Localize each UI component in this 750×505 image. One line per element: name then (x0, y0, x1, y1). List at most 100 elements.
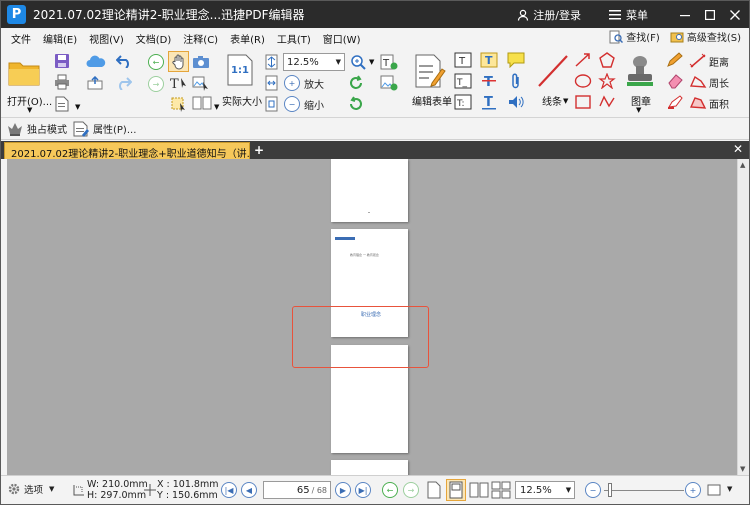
rectangle-tool-button[interactable] (573, 93, 593, 111)
single-page-icon[interactable] (427, 481, 441, 499)
first-page-button[interactable]: |◀ (221, 482, 237, 498)
edit-form-label[interactable]: 编辑表单 (412, 93, 452, 108)
main-menu-button[interactable]: 菜单 (609, 7, 648, 23)
zoom-combo[interactable]: 12.5% ▼ (283, 53, 345, 71)
menu-document[interactable]: 文档(D) (130, 31, 178, 46)
arrow-tool-button[interactable] (573, 51, 593, 69)
fullscreen-icon[interactable] (707, 484, 721, 496)
exclusive-mode-button[interactable]: 独占模式 (7, 121, 67, 136)
typewriter-button[interactable]: T (479, 51, 499, 69)
select-tool-button[interactable] (168, 94, 189, 114)
maximize-button[interactable] (699, 1, 721, 28)
new-tab-icon[interactable]: + (254, 143, 264, 157)
scroll-up-icon[interactable]: ▲ (740, 161, 745, 169)
properties-button[interactable]: 属性(P)... (73, 121, 136, 137)
fit-page-button[interactable] (263, 53, 279, 71)
minimize-button[interactable] (674, 1, 696, 28)
add-text-button[interactable]: T (379, 53, 399, 71)
undo-button[interactable] (115, 52, 133, 70)
sound-button[interactable] (506, 93, 526, 111)
login-button[interactable]: 注册/登录 (517, 7, 581, 23)
zoom-tool-dropdown-icon[interactable]: ▼ (369, 58, 374, 66)
next-page-button[interactable]: ▶ (335, 482, 351, 498)
status-zoom-combo[interactable]: 12.5% ▼ (515, 481, 575, 499)
document-properties-button[interactable] (53, 95, 71, 113)
tab-document[interactable]: 2021.07.02理论精讲2-职业理念+职业道德知与（讲.. * (4, 142, 250, 159)
view-back-button[interactable]: ← (382, 482, 398, 498)
menu-file[interactable]: 文件 (5, 31, 37, 46)
list-field-button[interactable]: T: (453, 93, 473, 111)
text-select-button[interactable]: T (168, 73, 190, 93)
status-menu-dropdown-icon[interactable]: ▼ (727, 485, 732, 493)
polygon-tool-button[interactable] (597, 51, 617, 69)
sticky-note-button[interactable] (506, 51, 526, 69)
scroll-down-icon[interactable]: ▼ (740, 465, 745, 473)
open-dropdown-icon[interactable]: ▼ (27, 106, 32, 114)
eraser-tool-button[interactable] (665, 72, 685, 90)
menu-edit[interactable]: 编辑(E) (37, 31, 83, 46)
hand-tool-button[interactable] (168, 51, 189, 72)
view-forward-button[interactable]: → (403, 482, 419, 498)
cloud-button[interactable] (85, 53, 107, 69)
actual-size-button[interactable]: 1:1 (226, 53, 254, 87)
fit-visible-button[interactable] (263, 95, 279, 113)
close-tab-icon[interactable]: ✕ (733, 142, 743, 156)
status-zoom-out-button[interactable]: − (585, 482, 601, 498)
vertical-scrollbar[interactable]: ▲ ▼ (737, 159, 749, 475)
actual-size-label[interactable]: 实际大小 (222, 93, 262, 108)
continuous-facing-icon[interactable] (491, 481, 511, 499)
stamp-button[interactable] (623, 52, 657, 90)
menu-form[interactable]: 表单(R) (224, 31, 271, 46)
text-field-button[interactable]: T (453, 51, 473, 69)
share-button[interactable] (86, 75, 104, 91)
page-layout-button[interactable] (191, 94, 213, 114)
star-tool-button[interactable] (597, 72, 617, 90)
edit-form-button[interactable] (413, 52, 447, 90)
print-button[interactable] (53, 73, 71, 91)
add-image-button[interactable] (379, 74, 399, 92)
line-tool-button[interactable] (536, 52, 570, 90)
rotate-counterclockwise-button[interactable] (347, 95, 365, 113)
find-button[interactable]: 查找(F) (609, 29, 660, 44)
open-button[interactable] (5, 52, 43, 92)
previous-page-button[interactable]: ◀ (241, 482, 257, 498)
menu-comment[interactable]: 注释(C) (177, 31, 224, 46)
image-select-button[interactable] (191, 73, 211, 93)
nav-forward-button[interactable]: → (147, 75, 165, 93)
layout-dropdown-icon[interactable]: ▼ (214, 103, 219, 111)
nav-back-button[interactable]: ← (147, 53, 165, 71)
stamp-dropdown-icon[interactable]: ▼ (636, 106, 641, 114)
options-button[interactable]: 选项 ▼ (7, 482, 54, 496)
zoom-tool-button[interactable] (349, 53, 367, 71)
zoom-out-button[interactable]: − 缩小 (284, 95, 332, 113)
polyline-tool-button[interactable] (597, 93, 617, 111)
facing-pages-icon[interactable] (469, 481, 489, 499)
status-zoom-in-button[interactable]: + (685, 482, 701, 498)
strikeout-button[interactable]: T (479, 72, 499, 90)
line-dropdown-icon[interactable]: ▼ (563, 97, 568, 105)
distance-button[interactable]: 距离 (689, 52, 745, 70)
pencil-tool-button[interactable] (665, 51, 685, 69)
document-viewer[interactable]: 教育理念 一·教育观念 职业理念 (7, 159, 737, 475)
zoom-slider-thumb[interactable] (608, 483, 612, 497)
continuous-page-button[interactable] (446, 479, 466, 501)
page-number-field[interactable]: 65 / 68 (263, 481, 331, 499)
ellipse-tool-button[interactable] (573, 72, 593, 90)
pdf-page-67[interactable] (331, 460, 408, 475)
menu-window[interactable]: 窗口(W) (317, 31, 367, 46)
combo-field-button[interactable]: T_ (453, 72, 473, 90)
highlight-tool-button[interactable] (665, 93, 685, 111)
rotate-clockwise-button[interactable] (347, 74, 365, 92)
last-page-button[interactable]: ▶| (355, 482, 371, 498)
close-button[interactable] (724, 1, 746, 28)
pdf-page-64[interactable] (331, 159, 408, 222)
doc-dropdown-icon[interactable]: ▼ (75, 103, 80, 111)
zoom-in-button[interactable]: + 放大 (284, 74, 332, 92)
underline-button[interactable]: T (479, 93, 499, 111)
zoom-slider[interactable] (604, 490, 684, 491)
line-label[interactable]: 线条 (542, 93, 562, 108)
advanced-find-button[interactable]: 高级查找(S) (670, 29, 741, 44)
snapshot-button[interactable] (191, 53, 211, 71)
attach-file-button[interactable] (506, 72, 526, 90)
fit-width-button[interactable] (263, 74, 279, 92)
